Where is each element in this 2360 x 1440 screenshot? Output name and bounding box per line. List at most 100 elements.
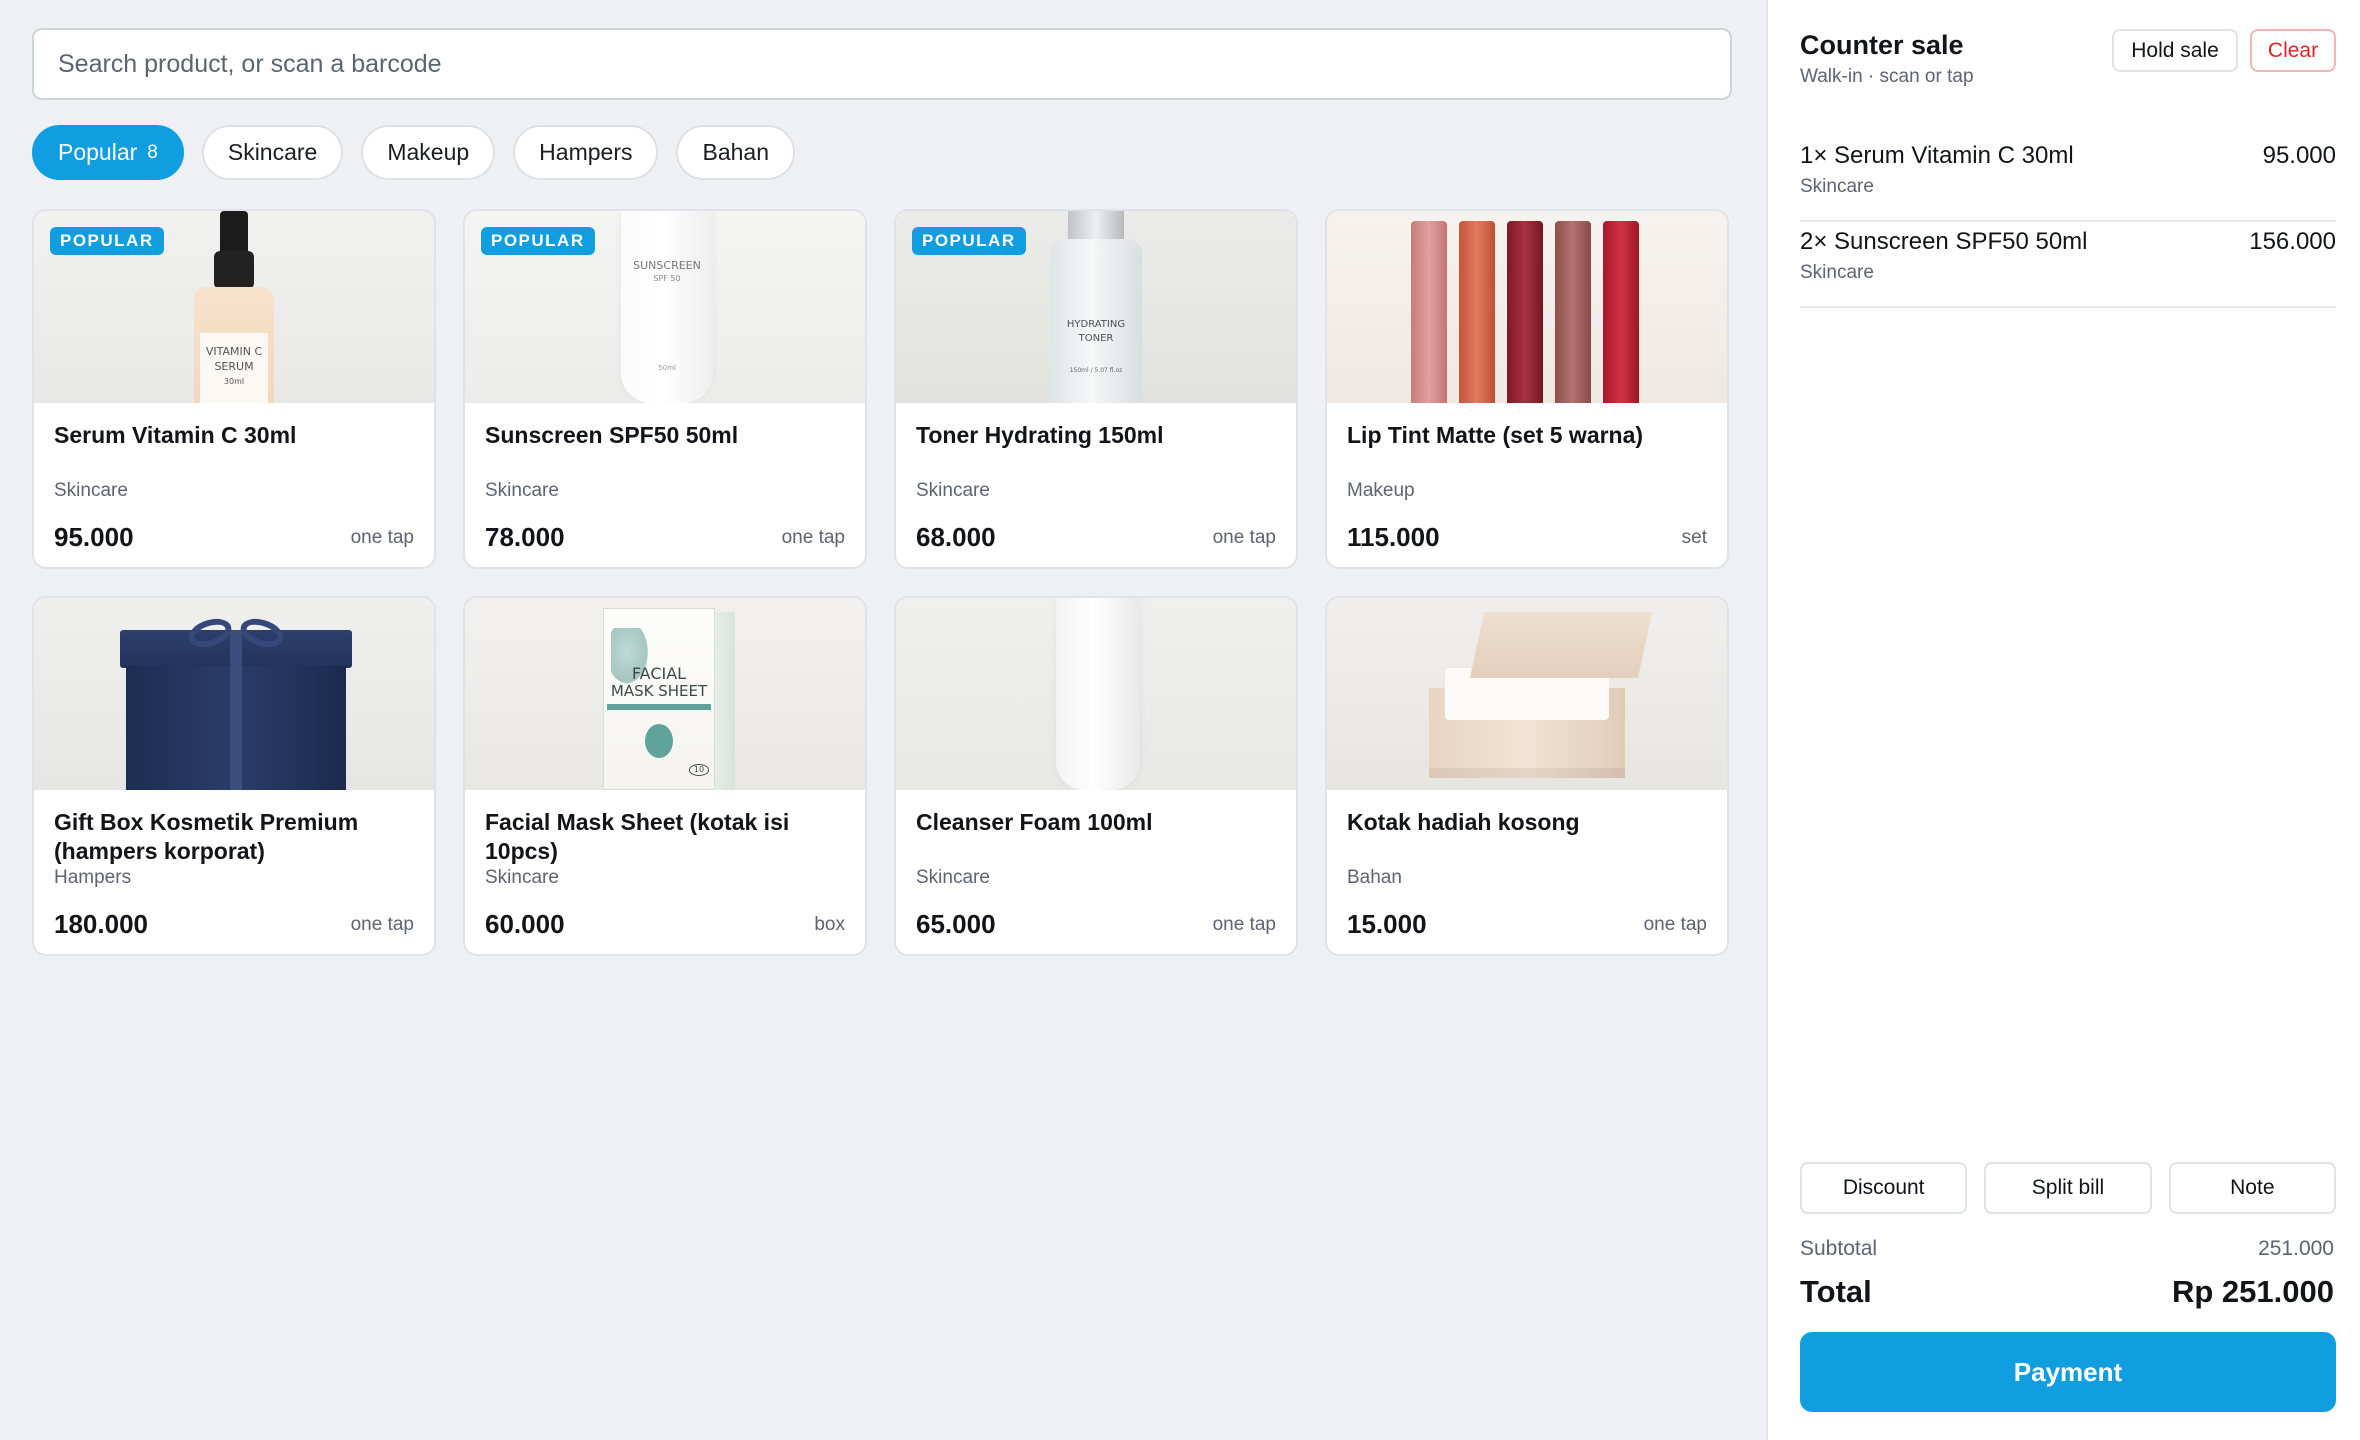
product-category: Skincare xyxy=(916,867,990,888)
product-card[interactable]: Kotak hadiah kosong Bahan 15.000 one tap xyxy=(1325,596,1729,956)
product-image-text: FACIAL xyxy=(631,664,687,683)
discount-button[interactable]: Discount xyxy=(1800,1162,1968,1214)
product-category: Hampers xyxy=(54,867,132,888)
product-card[interactable]: Cleanser Foam 100ml Skincare 65.000 one … xyxy=(894,596,1298,956)
product-price: 68.000 xyxy=(916,522,996,552)
popular-badge: POPULAR xyxy=(50,227,164,255)
product-image-facial-mask-box: FACIAL MASK SHEET 10 xyxy=(465,598,865,790)
cart-title: Counter sale xyxy=(1800,30,1964,60)
cart-panel: Counter sale Walk-in · scan or tap Hold … xyxy=(1766,0,2360,1440)
note-button[interactable]: Note xyxy=(2168,1162,2336,1214)
product-image-text: HYDRATING xyxy=(1066,319,1126,330)
product-name: Kotak hadiah kosong xyxy=(1347,809,1580,835)
product-name: Facial Mask Sheet (kotak isi 10pcs) xyxy=(485,809,790,864)
product-image-text: 30ml xyxy=(223,377,245,386)
search-bar[interactable] xyxy=(32,28,1732,100)
product-card[interactable]: Gift Box Kosmetik Premium (hampers korpo… xyxy=(32,596,436,956)
product-category: Skincare xyxy=(485,480,559,501)
cart-line-item[interactable]: 2× Sunscreen SPF50 50ml Skincare 156.000 xyxy=(1800,222,2336,308)
product-image-text: 150ml / 5.07 fl.oz xyxy=(1069,367,1123,374)
product-image-toner-bottle: POPULAR HYDRATING TONER 150ml / 5.07 fl.… xyxy=(896,211,1296,403)
product-price: 115.000 xyxy=(1347,522,1440,552)
product-image-text: 10 xyxy=(689,764,709,776)
cart-item-name: 2× Sunscreen SPF50 50ml xyxy=(1800,228,2088,255)
product-name: Toner Hydrating 150ml xyxy=(916,422,1164,448)
category-chip-label: Makeup xyxy=(387,139,470,165)
category-chip-bahan[interactable]: Bahan xyxy=(676,125,795,180)
category-chip-hampers[interactable]: Hampers xyxy=(513,125,659,180)
product-category: Skincare xyxy=(916,480,990,501)
subtotal-value: 251.000 xyxy=(2258,1237,2334,1260)
product-unit: one tap xyxy=(350,914,414,935)
product-image-sunscreen-tube: POPULAR SUNSCREEN SPF 50 50ml xyxy=(465,211,865,403)
product-unit: one tap xyxy=(350,527,414,548)
category-filter: Popular 8 Skincare Makeup Hampers Bahan xyxy=(32,125,795,180)
product-price: 60.000 xyxy=(485,909,565,939)
cart-actions: Discount Split bill Note xyxy=(1800,1162,2336,1214)
product-unit: one tap xyxy=(1643,914,1707,935)
product-card[interactable]: POPULAR SUNSCREEN SPF 50 50ml Sunscreen … xyxy=(463,209,867,569)
subtotal-label: Subtotal xyxy=(1800,1237,1878,1260)
product-image-text: MASK SHEET xyxy=(610,682,708,700)
cart-item-category: Skincare xyxy=(1800,262,1874,283)
product-image-text: SERUM xyxy=(214,360,254,373)
product-card[interactable]: Lip Tint Matte (set 5 warna) Makeup 115.… xyxy=(1325,209,1729,569)
product-price: 95.000 xyxy=(54,522,134,552)
category-chip-makeup[interactable]: Makeup xyxy=(361,125,496,180)
product-card[interactable]: POPULAR HYDRATING TONER 150ml / 5.07 fl.… xyxy=(894,209,1298,569)
product-image-text: VITAMIN C xyxy=(205,345,263,358)
product-image-gift-box xyxy=(34,598,434,790)
cart-line-item[interactable]: 1× Serum Vitamin C 30ml Skincare 95.000 xyxy=(1800,136,2336,222)
product-name: Cleanser Foam 100ml xyxy=(916,809,1153,835)
product-price: 180.000 xyxy=(54,909,148,939)
search-input[interactable] xyxy=(58,30,1706,98)
product-image-lip-tint-set xyxy=(1327,211,1727,403)
product-image-text: 50ml xyxy=(658,364,676,372)
cart-item-amount: 95.000 xyxy=(2262,142,2336,169)
product-price: 15.000 xyxy=(1347,909,1427,939)
product-image-serum-bottle: POPULAR VITAMIN C SERUM 30ml xyxy=(34,211,434,403)
product-image-cleanser-tube xyxy=(896,598,1296,790)
category-chip-popular[interactable]: Popular 8 xyxy=(32,125,184,180)
product-unit: box xyxy=(814,914,845,935)
product-category: Makeup xyxy=(1347,480,1415,501)
total-value: Rp 251.000 xyxy=(2172,1274,2334,1309)
category-chip-label: Bahan xyxy=(702,139,769,165)
product-category: Skincare xyxy=(54,480,128,501)
product-unit: one tap xyxy=(781,527,845,548)
product-image-text: SUNSCREEN xyxy=(633,259,701,272)
cart-item-name: 1× Serum Vitamin C 30ml xyxy=(1800,142,2074,169)
category-chip-label: Hampers xyxy=(539,139,633,165)
cart-subtitle: Walk-in · scan or tap xyxy=(1800,66,1974,87)
split-bill-button[interactable]: Split bill xyxy=(1984,1162,2152,1214)
payment-button[interactable]: Payment xyxy=(1800,1332,2336,1412)
cart-item-amount: 156.000 xyxy=(2249,228,2336,255)
popular-badge: POPULAR xyxy=(481,227,595,255)
total-label: Total xyxy=(1800,1274,1872,1309)
category-chip-label: Skincare xyxy=(227,139,318,165)
product-unit: one tap xyxy=(1212,914,1276,935)
clear-cart-button[interactable]: Clear xyxy=(2250,29,2336,72)
product-price: 65.000 xyxy=(916,909,996,939)
category-chip-label: Popular xyxy=(58,139,138,165)
product-image-text: SPF 50 xyxy=(653,274,681,283)
product-name: Gift Box Kosmetik Premium (hampers korpo… xyxy=(54,809,359,864)
popular-badge: POPULAR xyxy=(912,227,1026,255)
product-image-text: TONER xyxy=(1078,333,1114,344)
product-name: Lip Tint Matte (set 5 warna) xyxy=(1347,422,1644,448)
product-unit: set xyxy=(1681,527,1707,548)
product-category: Bahan xyxy=(1347,867,1402,888)
product-card[interactable]: POPULAR VITAMIN C SERUM 30ml Serum Vitam… xyxy=(32,209,436,569)
hold-sale-button[interactable]: Hold sale xyxy=(2112,29,2238,72)
category-chip-count: 8 xyxy=(147,141,158,163)
category-chip-skincare[interactable]: Skincare xyxy=(201,125,344,180)
product-category: Skincare xyxy=(485,867,559,888)
product-grid: POPULAR VITAMIN C SERUM 30ml Serum Vitam… xyxy=(32,209,1729,956)
product-card[interactable]: FACIAL MASK SHEET 10 Facial Mask Sheet (… xyxy=(463,596,867,956)
product-image-empty-gift-box xyxy=(1327,598,1727,790)
product-price: 78.000 xyxy=(485,522,565,552)
product-name: Serum Vitamin C 30ml xyxy=(54,422,297,448)
product-catalog: Popular 8 Skincare Makeup Hampers Bahan … xyxy=(0,0,1766,1440)
product-unit: one tap xyxy=(1212,527,1276,548)
cart-item-category: Skincare xyxy=(1800,176,1874,197)
